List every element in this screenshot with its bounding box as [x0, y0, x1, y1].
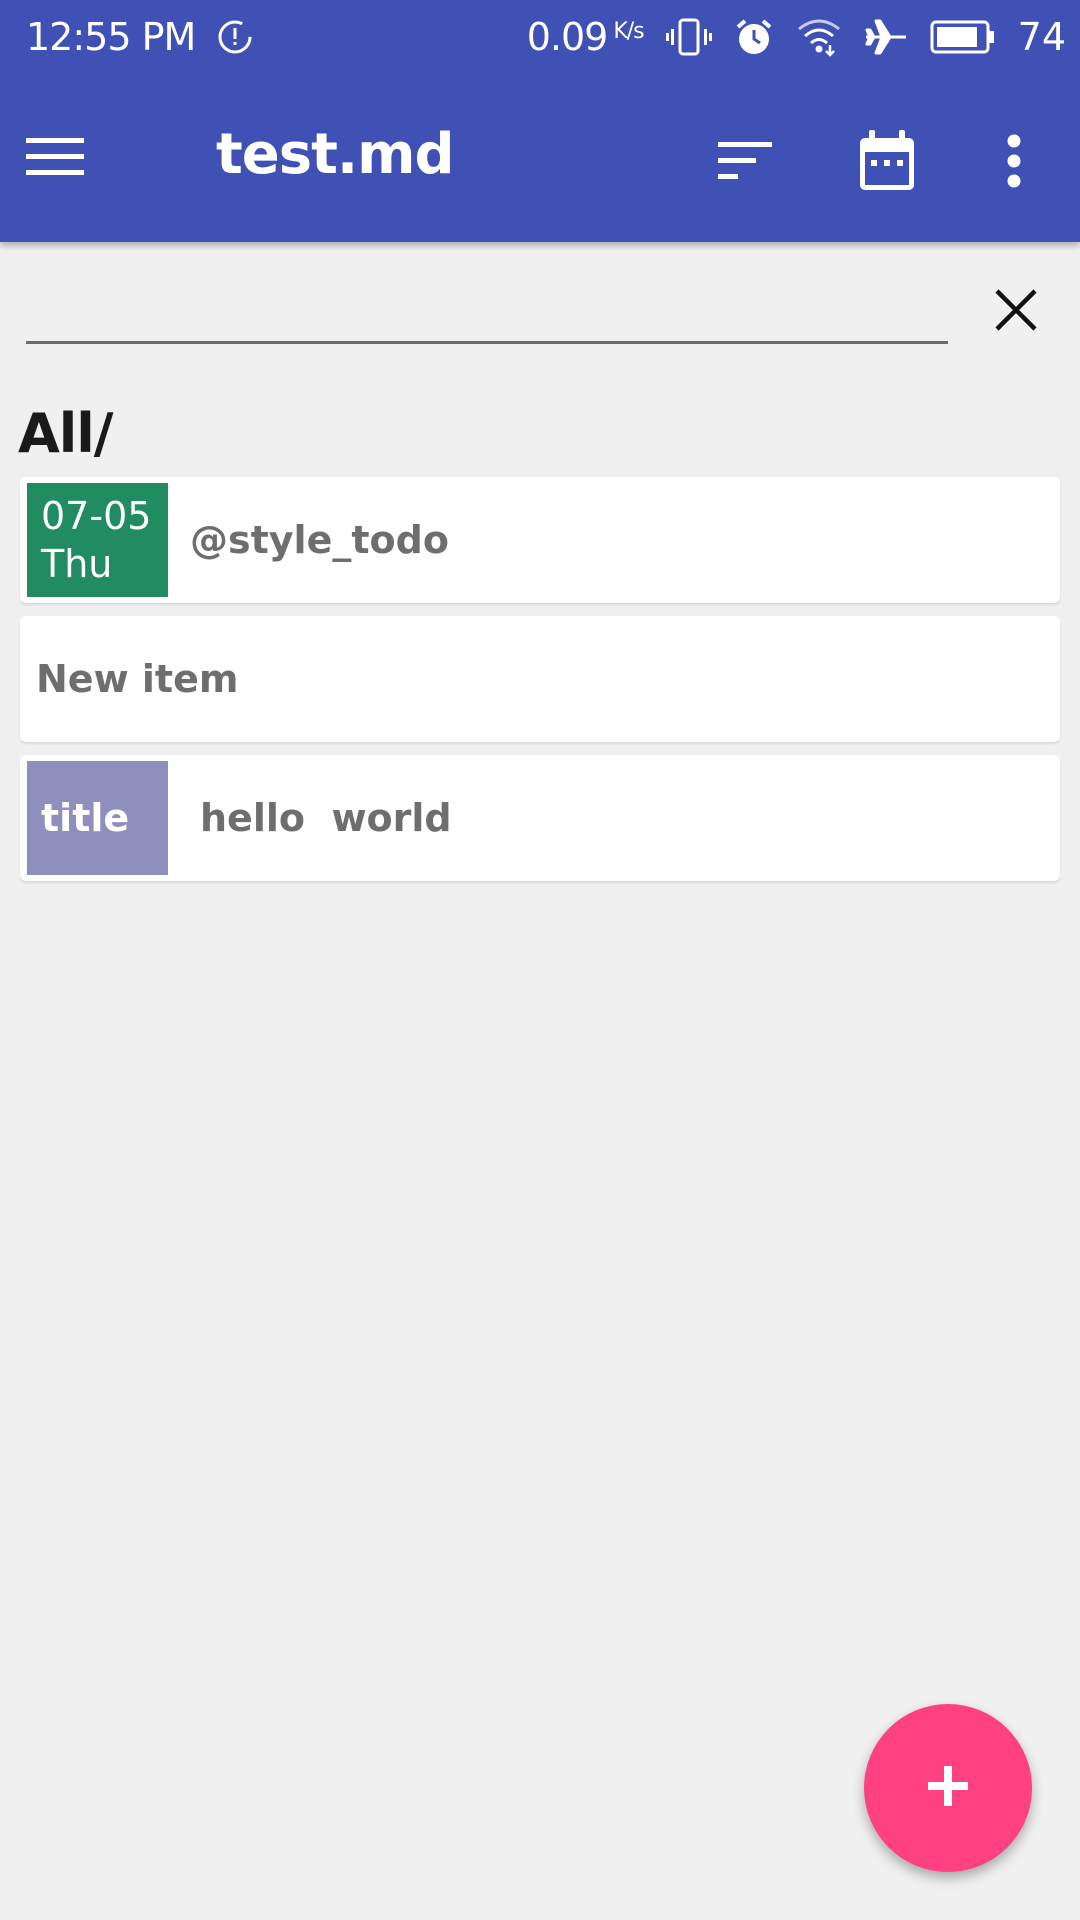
status-time: 12:55 PM	[26, 15, 196, 59]
airplane-icon	[864, 17, 908, 57]
app-bar: test.md	[0, 74, 1080, 242]
battery-icon	[930, 19, 996, 55]
date-tag-day: 07-05	[41, 494, 152, 538]
more-vert-icon	[1006, 134, 1022, 192]
page-title: test.md	[216, 122, 455, 187]
date-tag: 07-05 Thu	[27, 483, 168, 597]
menu-icon	[26, 136, 84, 180]
list-item-text: New item	[36, 657, 239, 701]
network-speed-value: 0.09	[526, 15, 609, 59]
vibrate-icon	[665, 17, 712, 57]
title-tag-label: title	[41, 796, 130, 840]
menu-button[interactable]	[26, 118, 116, 198]
sort-icon	[716, 140, 774, 184]
network-speed-unit: K/s	[613, 19, 644, 44]
list-item-text: @style_todo	[190, 518, 449, 562]
add-item-button[interactable]	[864, 1704, 1032, 1872]
list-item[interactable]: 07-05 Thu @style_todo	[20, 477, 1060, 603]
battery-level: 74	[1017, 15, 1066, 59]
sort-button[interactable]	[700, 122, 790, 202]
wifi-icon	[796, 17, 842, 57]
more-options-button[interactable]	[984, 118, 1044, 208]
title-tag: title	[27, 761, 168, 875]
list-item[interactable]: title hello world	[20, 755, 1060, 881]
folder-title: All/	[18, 402, 114, 465]
search-input[interactable]	[26, 270, 948, 344]
status-bar: 12:55 PM 0.09 K/s 74	[0, 0, 1080, 74]
calendar-button[interactable]	[842, 118, 932, 208]
search-row	[26, 270, 1056, 350]
network-speed: 0.09 K/s	[526, 15, 645, 59]
list-item-text: hello world	[200, 796, 452, 840]
close-icon	[994, 288, 1038, 336]
list-item[interactable]: New item	[20, 616, 1060, 742]
calendar-icon	[858, 130, 916, 196]
date-tag-weekday: Thu	[41, 542, 113, 586]
clear-search-button[interactable]	[986, 282, 1046, 342]
item-list: 07-05 Thu @style_todo New item title hel…	[20, 477, 1060, 894]
sync-alert-icon	[215, 17, 255, 57]
plus-icon	[926, 1764, 970, 1812]
alarm-icon	[734, 17, 774, 57]
